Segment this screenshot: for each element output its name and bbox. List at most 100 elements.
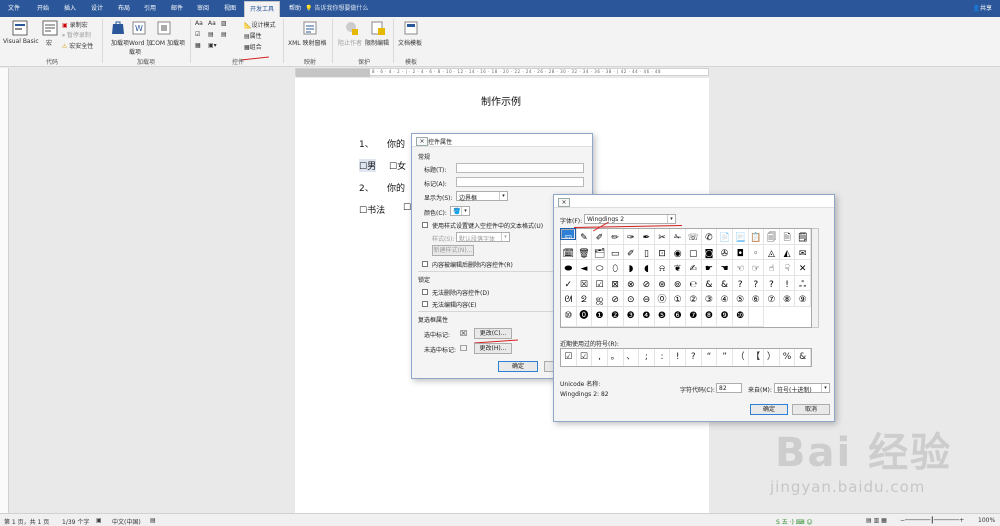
record-macro-button[interactable]: ▣ 录制宏: [62, 20, 88, 29]
recent-symbol-cell[interactable]: ）: [764, 349, 780, 366]
rich-text-control-icon[interactable]: Aa: [195, 20, 203, 27]
symbol-grid-scrollbar[interactable]: [812, 228, 819, 328]
tab-home[interactable]: 开始: [37, 3, 49, 12]
symbol-cell[interactable]: ③: [701, 291, 718, 307]
symbol-cell[interactable]: ▭: [607, 244, 624, 261]
symbol-cell[interactable]: ⑧: [779, 291, 796, 307]
symbol-cell[interactable]: ✁: [670, 229, 686, 245]
symbol-cell[interactable]: ⊚: [670, 275, 686, 292]
symbol-cell[interactable]: ☑: [592, 275, 608, 292]
symbol-cell[interactable]: ✓: [561, 275, 577, 292]
symbol-cell[interactable]: ✍: [686, 260, 702, 276]
recent-symbol-cell[interactable]: 【: [749, 349, 765, 366]
symbol-cell[interactable]: ✕: [795, 260, 811, 276]
plain-text-control-icon[interactable]: Aa: [208, 20, 216, 27]
new-style-button[interactable]: 新建样式(N)...: [432, 245, 474, 256]
color-picker[interactable]: 🪣 ▾: [450, 206, 470, 216]
tab-references[interactable]: 引用: [144, 3, 156, 12]
symbol-cell[interactable]: &: [717, 275, 733, 292]
recent-symbols-row[interactable]: ☑ ☑,。、;:!? “” （【）% &: [560, 348, 812, 367]
symbol-cell[interactable]: ◖: [639, 260, 655, 276]
checkbox-female[interactable]: ☐女: [389, 159, 406, 172]
ok-button[interactable]: 确定: [750, 404, 788, 415]
symbol-cell[interactable]: ⬬: [561, 260, 577, 276]
symbol-cell[interactable]: !: [779, 275, 796, 292]
recent-symbol-cell[interactable]: 。: [608, 349, 624, 366]
recent-symbol-cell[interactable]: ”: [717, 349, 733, 366]
tab-developer[interactable]: 开发工具: [244, 1, 281, 17]
symbol-cell[interactable]: ⬯: [607, 260, 624, 276]
symbol-cell[interactable]: ◦: [748, 244, 765, 261]
legacy-tools-icon[interactable]: ▣▾: [208, 42, 217, 49]
change-unchecked-button[interactable]: 更改(H)...: [474, 343, 512, 354]
horizontal-ruler[interactable]: 8 · 6 · 4 · 2 · | · 2 · 4 · 6 · 8 · 10 ·…: [295, 68, 709, 77]
symbol-cell[interactable]: ④: [717, 291, 733, 307]
symbol-cell[interactable]: ◗: [623, 260, 640, 276]
symbol-cell[interactable]: ✇: [717, 244, 733, 261]
symbol-cell[interactable]: 📃: [732, 229, 749, 245]
checkbox-other[interactable]: ☐: [403, 203, 411, 213]
symbol-cell[interactable]: ✑: [623, 229, 640, 245]
symbol-cell[interactable]: ⬭: [592, 260, 608, 276]
share-button[interactable]: 👤共享: [973, 3, 993, 12]
symbol-cell[interactable]: ✐: [623, 244, 640, 261]
symbol-cell[interactable]: ▢: [686, 244, 702, 261]
symbol-cell[interactable]: ❹: [639, 307, 655, 327]
symbol-cell[interactable]: ☞: [748, 260, 765, 276]
ok-button[interactable]: 确定: [498, 361, 538, 372]
symbol-cell[interactable]: ?: [732, 275, 749, 292]
symbol-cell[interactable]: ⍾: [654, 260, 671, 276]
use-style-checkbox[interactable]: [422, 222, 428, 228]
symbol-grid[interactable]: ✎ ✐ ✏ ✑ ✒ ✂ ✁ ☏ ✆ 📄 📃 📋 🗐 🗎 🗒 🗓 🗑 🗂 ▭ ✐ ▯ ⊡ ◉ ▢ ◙ ✇ ◘ ◦ ◬ ◭ ✉ ⬬ ◄ ⬭ ⬯ ◗ ◖ ⍾ ❦ ✍…: [559, 228, 812, 328]
show-as-select[interactable]: 边界框 ▾: [456, 191, 508, 202]
symbol-cell[interactable]: ⊗: [623, 275, 640, 292]
symbol-cell[interactable]: ☜: [732, 260, 749, 276]
symbol-cell[interactable]: ?: [764, 275, 780, 292]
symbol-cell[interactable]: ❻: [670, 307, 686, 327]
symbol-cell[interactable]: ✆: [701, 229, 718, 245]
tag-input[interactable]: [456, 177, 584, 187]
design-mode-button[interactable]: 📐设计模式: [244, 20, 276, 29]
symbol-cell[interactable]: ⊘: [607, 291, 624, 307]
symbol-cell[interactable]: &: [701, 275, 718, 292]
symbol-cell[interactable]: ✒: [639, 229, 655, 245]
symbol-cell[interactable]: ❶: [592, 307, 608, 327]
properties-button[interactable]: ▤属性: [244, 31, 262, 40]
symbol-cell[interactable]: ✂: [654, 229, 671, 245]
macro-security-button[interactable]: ⚠ 宏安全性: [62, 41, 93, 50]
symbol-cell[interactable]: ⊠: [607, 275, 624, 292]
from-select[interactable]: 符号(十进制) ▾: [774, 383, 830, 394]
symbol-cell[interactable]: 📄: [717, 229, 733, 245]
symbol-cell[interactable]: ❽: [701, 307, 718, 327]
proofing-icon[interactable]: ▣: [96, 517, 102, 524]
recent-symbol-cell[interactable]: ?: [686, 349, 702, 366]
symbol-cell[interactable]: ☛: [701, 260, 718, 276]
recent-symbol-cell[interactable]: 、: [624, 349, 640, 366]
tell-me-box[interactable]: 💡 告诉我你想要做什么: [305, 3, 368, 12]
zoom-level[interactable]: 100%: [978, 517, 995, 524]
symbol-cell[interactable]: ❷: [607, 307, 624, 327]
symbol-cell[interactable]: ?: [748, 275, 765, 292]
tab-file[interactable]: 文件: [8, 3, 20, 12]
symbol-cell[interactable]: ◄: [576, 260, 593, 276]
font-select[interactable]: Wingdings 2 ▾: [584, 214, 676, 224]
recent-symbol-cell[interactable]: !: [670, 349, 686, 366]
symbol-cell[interactable]: 🗎: [779, 229, 796, 245]
tab-insert[interactable]: 插入: [64, 3, 76, 12]
close-button[interactable]: ×: [416, 137, 428, 146]
cannot-edit-checkbox[interactable]: [422, 301, 428, 307]
checkbox-control-icon[interactable]: ☑: [195, 31, 200, 38]
symbol-cell[interactable]: ஃ: [795, 275, 811, 292]
combo-box-control-icon[interactable]: ▤: [208, 31, 214, 38]
symbol-cell[interactable]: 🗓: [561, 244, 577, 261]
symbol-cell[interactable]: ❿: [732, 307, 749, 327]
language[interactable]: 中文(中国): [112, 517, 141, 526]
macro-record-icon[interactable]: ▤: [150, 517, 156, 524]
recent-symbol-cell[interactable]: ☑: [561, 349, 577, 366]
symbol-cell[interactable]: ◭: [779, 244, 796, 261]
symbol-cell[interactable]: ⊡: [654, 244, 671, 261]
symbol-cell[interactable]: ❼: [686, 307, 702, 327]
symbol-cell[interactable]: ❦: [670, 260, 686, 276]
symbol-cell[interactable]: 🗐: [764, 229, 780, 245]
pause-recording-button[interactable]: ⏸ 暂停录制: [62, 30, 91, 40]
